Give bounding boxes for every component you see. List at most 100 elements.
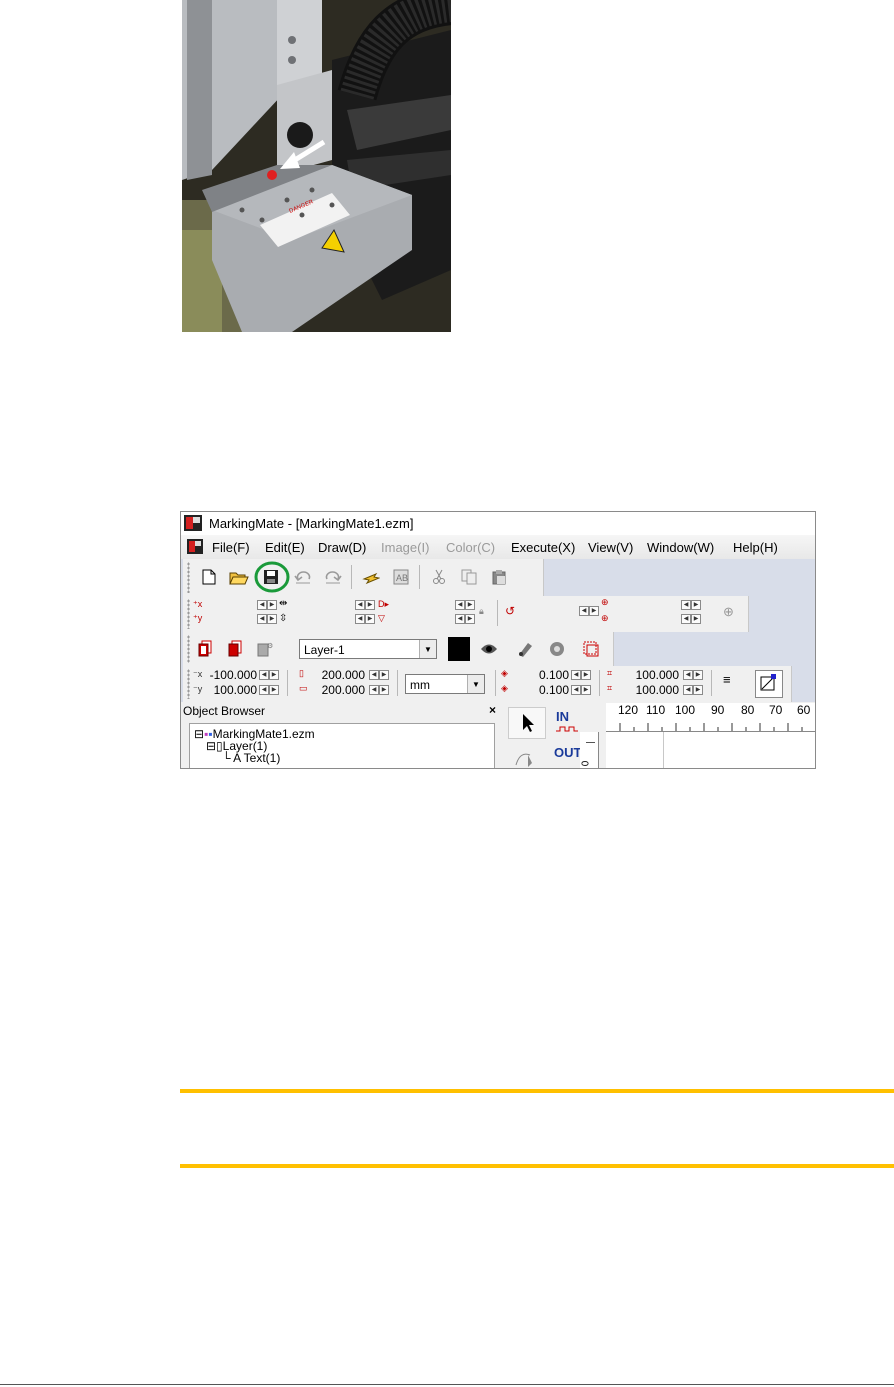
pos-y-icon: ⁻y (193, 684, 203, 694)
spin-m2[interactable]: ◀ ▶ (355, 614, 375, 624)
spin-s2[interactable]: ◀ ▶ (681, 614, 701, 624)
object-browser-tree: ⊟▪▪MarkingMate1.ezm ⊟▯Layer(1) └ A Text(… (189, 723, 495, 768)
pos-x-value[interactable]: -100.000 (205, 668, 257, 682)
spin-h1[interactable]: ◀ ▶ (257, 600, 277, 610)
width-value[interactable]: 200.000 (309, 668, 365, 682)
unit-select-value: mm (410, 678, 430, 692)
scale-y-value[interactable]: 100.000 (623, 683, 679, 697)
menu-draw[interactable]: Draw(D) (318, 540, 366, 555)
ruler-tick: 120 (618, 703, 639, 717)
save-highlight-circle (254, 561, 290, 593)
spin-rot[interactable]: ◀ ▶ (579, 606, 599, 616)
menu-window[interactable]: Window(W) (647, 540, 714, 555)
menu-bar: File(F) Edit(E) Draw(D) Image(I) Color(C… (181, 535, 815, 559)
paste-icon[interactable] (487, 565, 511, 589)
align-x-icon: ⁺x (193, 599, 203, 609)
spin-m1[interactable]: ◀ ▶ (355, 600, 375, 610)
step-y-spin[interactable]: ◀ ▶ (571, 685, 591, 695)
height-spin[interactable]: ◀ ▶ (369, 685, 389, 695)
pos-x-icon: ⁻x (193, 669, 203, 679)
menu-help[interactable]: Help(H) (733, 540, 778, 555)
spin-s1[interactable]: ◀ ▶ (681, 600, 701, 610)
object-browser-title: Object Browser (183, 704, 266, 718)
mirror-v-icon[interactable]: ⊕ (601, 613, 609, 624)
svg-text:AB: AB (396, 573, 408, 583)
menu-file[interactable]: File(F) (212, 540, 250, 555)
in-tool[interactable]: IN (552, 709, 582, 737)
standard-toolbar: AB (181, 559, 815, 596)
align-right-icon[interactable]: D▸ (378, 599, 389, 610)
tree-text[interactable]: └ A Text(1) (222, 751, 280, 765)
width-icon: ▯ (299, 668, 304, 678)
scale-x-spin[interactable]: ◀ ▶ (683, 670, 703, 680)
chevron-down-icon[interactable]: ▼ (467, 675, 484, 693)
vertical-ruler: 0 (580, 732, 599, 768)
output-layer-icon[interactable] (545, 637, 569, 661)
mirror-h-icon[interactable]: ⊕ (601, 597, 609, 608)
layer-props-icon[interactable]: ⚙ (253, 637, 277, 661)
scale-x-value[interactable]: 100.000 (623, 668, 679, 682)
menu-color[interactable]: Color(C) (446, 540, 495, 555)
note-top-rule (180, 1089, 894, 1093)
chevron-down-icon[interactable]: ▼ (419, 640, 436, 658)
spin-h2[interactable]: ◀ ▶ (257, 614, 277, 624)
ruler-tick: 80 (741, 703, 755, 717)
rotate-icon[interactable]: ↺ (505, 604, 515, 618)
step-x-icon: ◈ (501, 668, 508, 678)
menu-image[interactable]: Image(I) (381, 540, 429, 555)
dist-h-icon[interactable]: ⇹ (279, 598, 287, 609)
center-icon[interactable]: ⊕ (723, 604, 734, 620)
node-tool[interactable] (508, 741, 544, 768)
apply-button[interactable] (755, 670, 783, 698)
copy-icon[interactable] (457, 565, 481, 589)
object-toolbar: ⁻x ⁻y -100.000 100.000 ◀ ▶ ◀ ▶ ▯ ▭ 200.000… (181, 666, 815, 702)
new-file-icon[interactable] (197, 565, 221, 589)
menu-edit[interactable]: Edit(E) (265, 540, 305, 555)
height-value[interactable]: 200.000 (309, 683, 365, 697)
scale-y-spin[interactable]: ◀ ▶ (683, 685, 703, 695)
in-label: IN (556, 709, 569, 724)
step-y-icon: ◈ (501, 683, 508, 693)
cut-icon[interactable] (427, 565, 451, 589)
dist-v-icon[interactable]: ⇳ (279, 613, 287, 624)
arrange-toolbar: ⁺x ⁺y ◀ ▶ ◀ ▶ ⇹ ⇳ ◀ ▶ ◀ ▶ D▸ ▽ ◀ ▶ ◀ ▶ 🔒︎ ↺ ◀ ▶… (181, 596, 815, 632)
unit-select[interactable]: mm ▼ (405, 674, 485, 694)
step-y-value[interactable]: 0.100 (523, 683, 569, 697)
spin-r2[interactable]: ◀ ▶ (455, 614, 475, 624)
select-tool[interactable] (508, 707, 546, 739)
menu-execute[interactable]: Execute(X) (511, 540, 575, 555)
pos-y-spin[interactable]: ◀ ▶ (259, 685, 279, 695)
database-icon[interactable]: AB (389, 565, 413, 589)
out-tool[interactable]: OUT (552, 745, 582, 768)
add-layer-icon[interactable] (193, 637, 217, 661)
delete-layer-icon[interactable] (223, 637, 247, 661)
import-icon[interactable] (359, 565, 383, 589)
ruler-tick: 110 (646, 703, 666, 717)
step-x-value[interactable]: 0.100 (523, 668, 569, 682)
redo-icon[interactable] (321, 565, 345, 589)
width-spin[interactable]: ◀ ▶ (369, 670, 389, 680)
open-file-icon[interactable] (227, 565, 251, 589)
menu-view[interactable]: View(V) (588, 540, 633, 555)
layer-frame-icon[interactable] (579, 637, 603, 661)
list-settings-icon[interactable]: ≡ (723, 672, 731, 687)
layer-color-swatch[interactable] (448, 637, 470, 661)
ruler-tick: 70 (769, 703, 783, 717)
lock-icon[interactable]: 🔒︎ (479, 606, 484, 617)
ruler-tick: 100 (675, 703, 696, 717)
step-x-spin[interactable]: ◀ ▶ (571, 670, 591, 680)
visibility-icon[interactable] (477, 637, 501, 661)
pos-x-spin[interactable]: ◀ ▶ (259, 670, 279, 680)
document-menu-icon[interactable] (187, 539, 203, 554)
spin-r1[interactable]: ◀ ▶ (455, 600, 475, 610)
close-icon[interactable]: × (489, 703, 496, 717)
object-browser-header: Object Browser × (181, 703, 499, 719)
design-canvas[interactable] (606, 732, 815, 768)
title-bar: MarkingMate - [MarkingMate1.ezm] (181, 512, 815, 535)
undo-icon[interactable] (291, 565, 315, 589)
footer-rule (0, 1384, 894, 1385)
lock-layer-icon[interactable] (513, 637, 537, 661)
pos-y-value[interactable]: 100.000 (205, 683, 257, 697)
align-bottom-icon[interactable]: ▽ (378, 613, 385, 624)
layer-select[interactable]: Layer-1 ▼ (299, 639, 437, 659)
